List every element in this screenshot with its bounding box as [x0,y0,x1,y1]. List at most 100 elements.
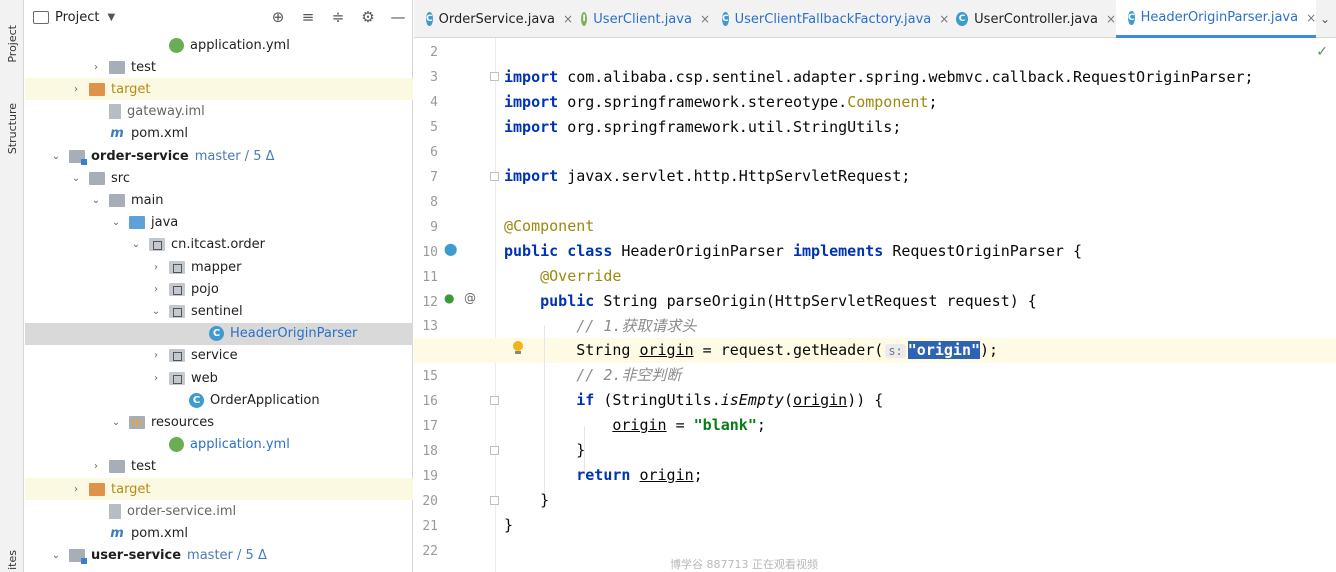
editor-tab[interactable]: C UserClientFallbackFactory.java × [710,0,949,38]
implements-marker-icon[interactable]: ⬤ [444,242,457,256]
tree-item-label: cn.itcast.order [171,237,266,253]
project-tool-tab-label: Project [5,25,19,63]
tree-item[interactable]: › mapper [25,256,413,278]
tree-item-label: sentinel [191,303,243,319]
project-panel-toolbar: ⊕ ≡ ≑ ⚙ — [270,0,412,34]
close-icon[interactable]: × [700,12,710,26]
hide-panel-icon[interactable]: — [390,8,406,26]
code-line-5: import org.springframework.util.StringUt… [504,118,902,136]
tree-item[interactable]: › test [25,56,413,78]
code-line-3: import com.alibaba.csp.sentinel.adapter.… [504,68,1254,86]
gear-icon[interactable]: ⚙ [360,8,376,26]
tree-item[interactable]: m pom.xml [25,522,413,544]
comment-non-empty-check: // 2.非空判断 [576,366,682,384]
tree-item[interactable]: application.yml [25,434,413,456]
chevron-right-icon[interactable]: › [149,262,163,273]
close-icon[interactable]: × [1306,11,1316,25]
chevron-down-icon[interactable]: ⌄ [69,173,83,184]
line-number: 15 [422,369,438,385]
chevron-right-icon[interactable]: › [149,373,163,384]
tree-item[interactable]: › web [25,367,413,389]
structure-tool-tab[interactable]: Structure [0,94,24,164]
chevron-down-icon[interactable]: ⌄ [49,151,63,162]
tree-item[interactable]: › service [25,345,413,367]
package-icon [149,238,165,252]
tree-item[interactable]: ⌄ user-service master / 5 Δ [25,545,413,567]
tree-item[interactable]: application.yml [25,34,413,56]
line-number: 7 [430,169,438,185]
folder-orange-icon [89,482,105,496]
tree-item-label: target [111,481,151,497]
code-line-7: import javax.servlet.http.HttpServletReq… [504,167,911,185]
tree-item[interactable]: order-service.iml [25,500,413,522]
chevron-down-icon[interactable]: ⌄ [89,195,103,206]
line-number: 11 [422,269,438,285]
editor-tab-label: UserController.java [974,11,1098,27]
code-line-19: return origin; [576,466,703,484]
tree-item-label: web [191,370,218,386]
chevron-right-icon[interactable]: › [69,84,83,95]
chevron-down-icon[interactable]: ⌄ [49,550,63,561]
tree-item-label: gateway.iml [127,104,205,120]
chevron-right-icon[interactable]: › [89,461,103,472]
fold-marker[interactable] [490,446,499,455]
yml-icon [169,437,184,453]
chevron-right-icon[interactable]: › [89,62,103,73]
editor-tab[interactable]: I UserClient.java × [569,0,710,38]
collapse-all-icon[interactable]: ≑ [330,8,346,26]
chevron-down-icon[interactable]: ▼ [107,12,115,23]
maven-icon: m [110,525,124,541]
tree-item[interactable]: › target [25,478,413,500]
fold-marker[interactable] [490,172,499,181]
locate-file-icon[interactable]: ⊕ [270,8,286,26]
chevron-down-icon[interactable]: ⌄ [129,239,143,250]
code-line-12: public String parseOrigin(HttpServletReq… [540,292,1037,310]
editor-tab[interactable]: C OrderService.java × [414,0,573,38]
chevron-right-icon[interactable]: › [69,484,83,495]
chevron-right-icon[interactable]: › [149,284,163,295]
chevron-down-icon[interactable]: ⌄ [149,306,163,317]
tree-item-label: mapper [191,259,242,275]
tree-item[interactable]: ⌄ src [25,167,413,189]
tree-item[interactable]: ⌄ order-service master / 5 Δ [25,145,413,167]
project-panel: Project ▼ ⊕ ≡ ≑ ⚙ — application.yml › test… [25,0,436,572]
project-view-icon [33,10,49,24]
tree-item[interactable]: › test [25,456,413,478]
tree-item[interactable]: ⌄ sentinel [25,300,413,322]
chevron-right-icon[interactable]: › [149,350,163,361]
vcs-branch-badge: master / 5 Δ [187,548,267,564]
tabs-overflow-chevron-icon[interactable]: ⌄ [1320,12,1330,26]
line-number: 9 [430,219,438,235]
tree-item[interactable]: ⌄ java [25,212,413,234]
video-watermark: 博学谷 887713 正在观看视频 [670,558,818,571]
folder-icon [109,60,125,74]
favorites-tool-tab[interactable]: ites [0,548,24,572]
tree-item[interactable]: ⌄ resources [25,411,413,433]
tree-item[interactable]: C HeaderOriginParser [25,322,413,345]
fold-marker[interactable] [490,496,499,505]
fold-marker[interactable] [490,72,499,81]
tree-item[interactable]: C OrderApplication [25,389,413,411]
editor-tab[interactable]: C UserController.java × [944,0,1116,38]
annotation-marker-icon[interactable]: @ [464,291,476,305]
tree-item[interactable]: › pojo [25,278,413,300]
chevron-down-icon[interactable]: ⌄ [109,417,123,428]
tree-item-label: test [131,459,156,475]
override-marker-icon[interactable]: ● [444,291,454,305]
expand-all-icon[interactable]: ≡ [300,8,316,26]
close-icon[interactable]: × [1106,12,1116,26]
code-area[interactable]: import com.alibaba.csp.sentinel.adapter.… [504,38,1336,572]
line-number: 13 [422,319,438,335]
project-tool-tab[interactable]: Project [0,14,24,74]
tree-item[interactable]: ⌄ cn.itcast.order [25,234,413,256]
tree-item[interactable]: › target [25,78,413,101]
code-line-14: String origin = request.getHeader(s: "ori… [504,341,999,359]
tree-item[interactable]: ⌄ main [25,189,413,211]
editor-tab[interactable]: C HeaderOriginParser.java × [1116,0,1316,38]
chevron-down-icon[interactable]: ⌄ [109,217,123,228]
tree-item[interactable]: m pom.xml [25,123,413,145]
tree-item[interactable]: gateway.iml [25,101,413,123]
class-name: HeaderOriginParser [621,242,784,260]
fold-marker[interactable] [490,396,499,405]
code-line-16: if (StringUtils.isEmpty(origin)) { [576,391,884,409]
